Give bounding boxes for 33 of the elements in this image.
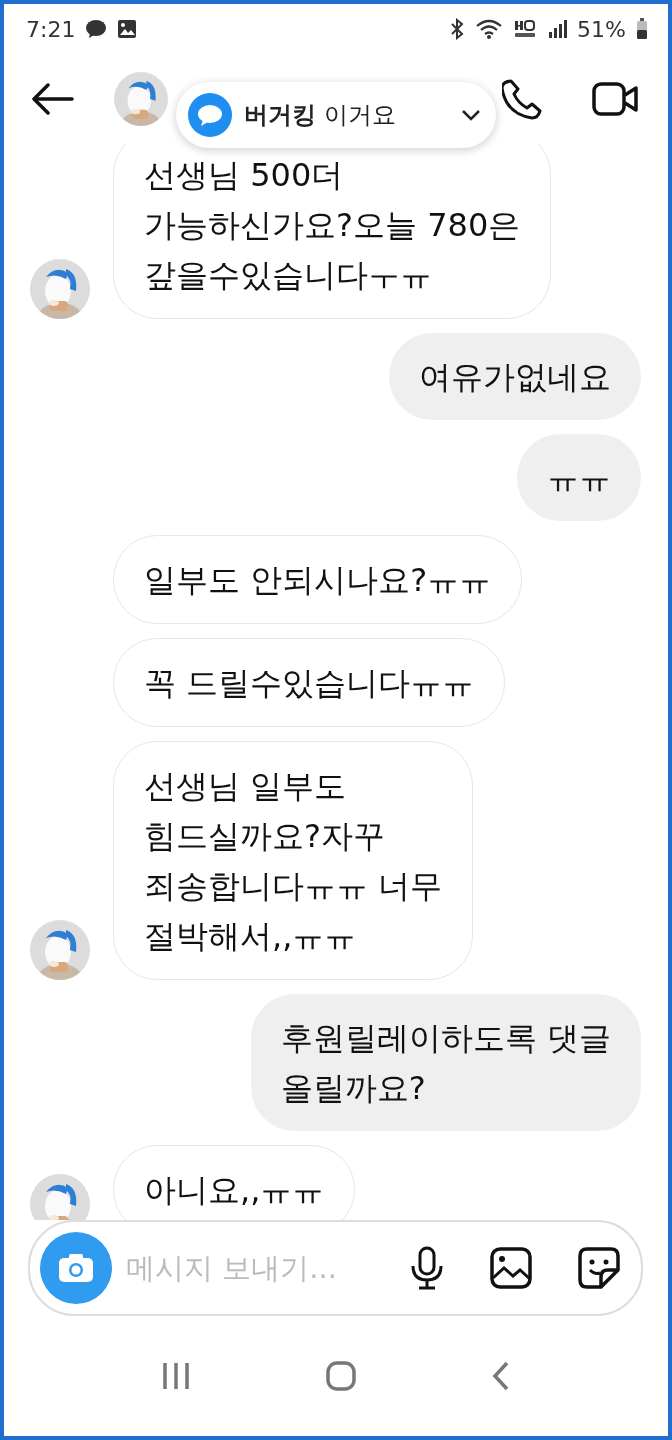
back-arrow-icon[interactable] xyxy=(30,83,74,115)
notification-text: 버거킹 이거요 xyxy=(244,100,397,131)
sticker-icon[interactable] xyxy=(577,1246,621,1290)
camera-icon xyxy=(58,1253,94,1283)
image-icon[interactable] xyxy=(489,1246,533,1290)
chevron-down-icon[interactable] xyxy=(460,108,482,122)
received-message: 일부도 안되시나요?ㅠㅠ xyxy=(113,535,523,624)
battery-icon xyxy=(636,18,648,40)
back-icon[interactable] xyxy=(491,1360,511,1392)
received-message: 꼭 드릴수있습니다ㅠㅠ xyxy=(113,638,506,727)
received-message: 아니요,,ㅠㅠ xyxy=(113,1145,356,1220)
battery-percent: 51% xyxy=(577,16,626,42)
message-field[interactable]: 메시지 보내기... xyxy=(124,1250,397,1286)
received-message: 선생님 일부도 힘드실까요?자꾸 죄송합니다ㅠㅠ 너무 절박해서,,ㅠㅠ xyxy=(113,741,474,980)
sent-message: 여유가없네요 xyxy=(389,333,641,420)
microphone-icon[interactable] xyxy=(409,1246,445,1290)
hd-voice-icon xyxy=(513,18,538,40)
recent-apps-icon[interactable] xyxy=(161,1361,191,1391)
wifi-icon xyxy=(475,18,504,40)
status-time: 7:21 xyxy=(26,16,76,42)
signal-icon xyxy=(547,18,568,40)
notification-popup[interactable]: 버거킹 이거요 xyxy=(176,82,496,148)
received-message: 선생님 500더 가능하신가요?오늘 780은 갚을수있습니다ㅜㅠ xyxy=(113,144,552,319)
sent-message: 후원릴레이하도록 댓글 올릴까요? xyxy=(250,994,641,1131)
camera-button[interactable] xyxy=(40,1232,112,1304)
video-camera-icon[interactable] xyxy=(592,81,638,117)
chat-app-icon xyxy=(85,18,108,40)
home-icon[interactable] xyxy=(325,1360,357,1392)
bluetooth-icon xyxy=(449,18,466,40)
sent-message: ㅠㅠ xyxy=(517,434,641,521)
image-icon xyxy=(117,19,138,39)
chat-app-icon xyxy=(188,93,232,137)
phone-icon[interactable] xyxy=(502,78,544,120)
